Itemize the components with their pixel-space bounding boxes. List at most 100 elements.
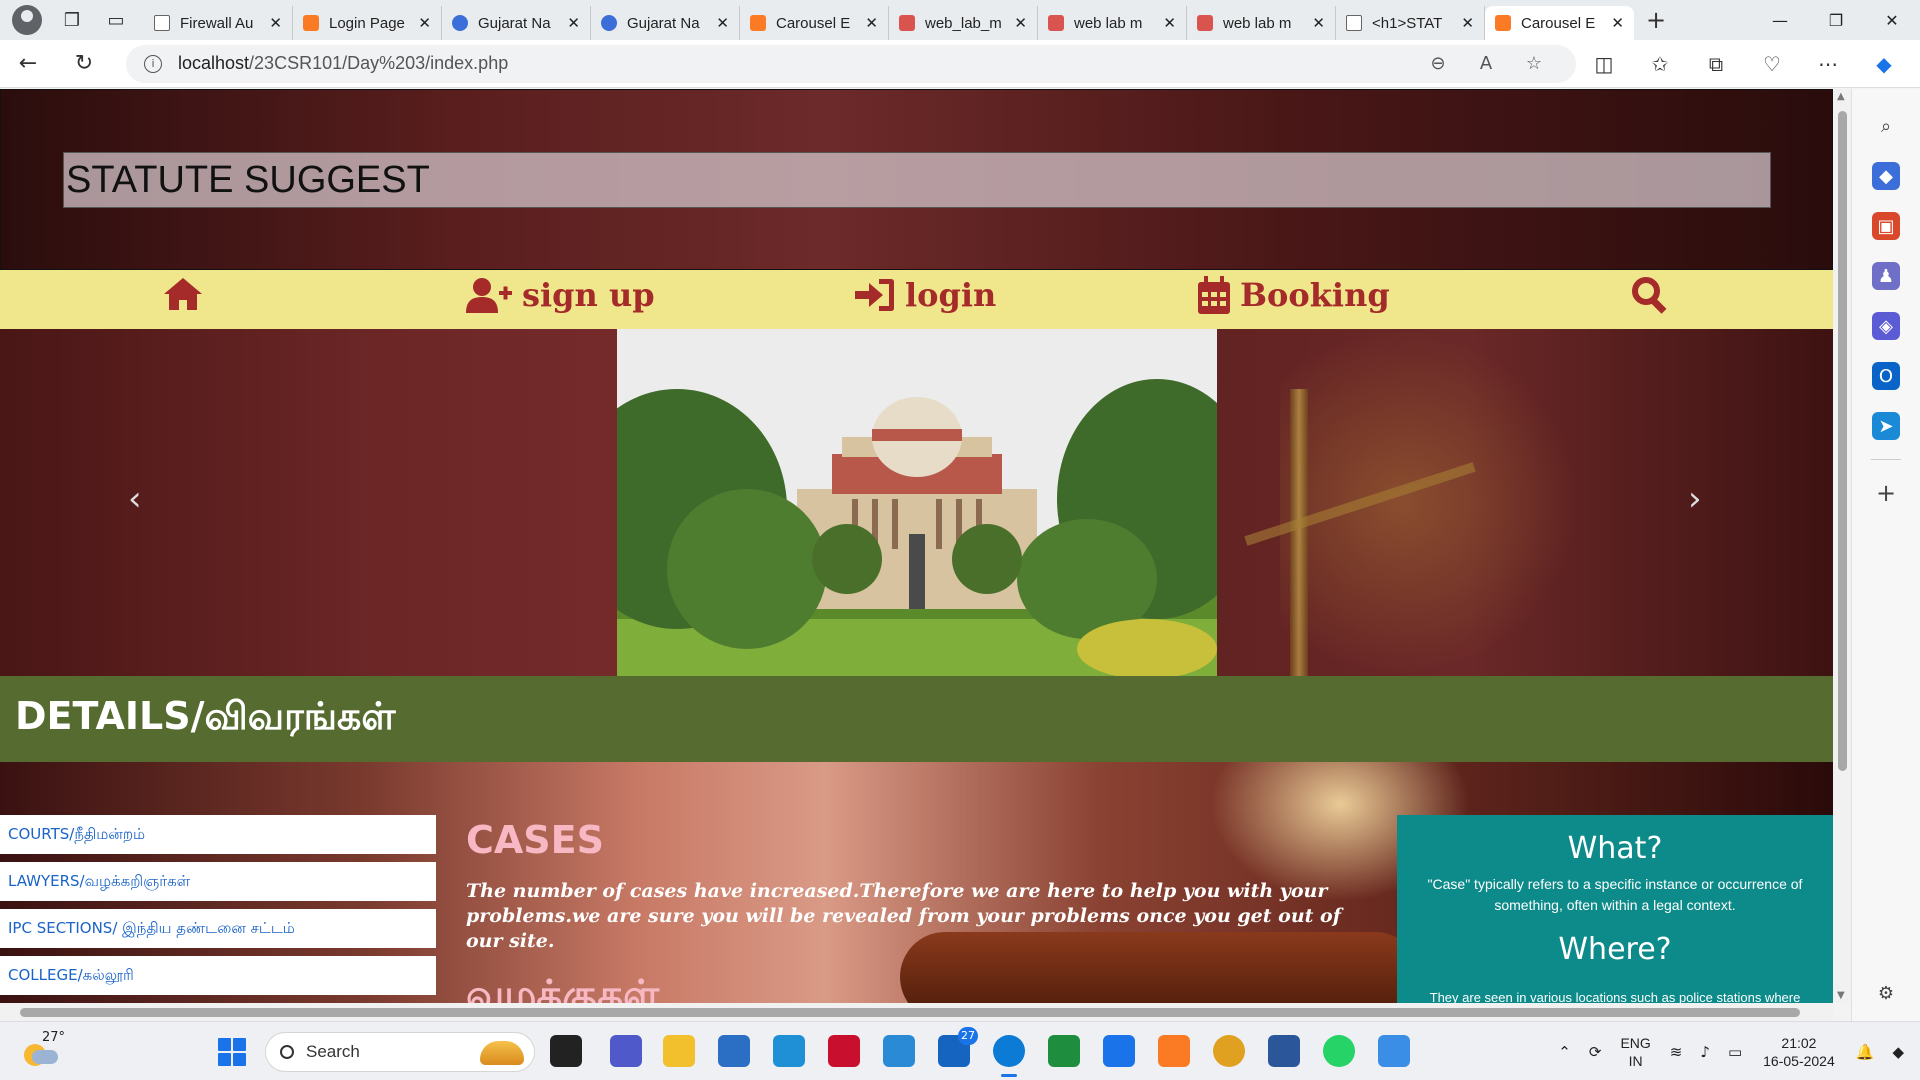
- favorite-star-icon[interactable]: ☆: [1510, 53, 1558, 74]
- word-icon[interactable]: [1268, 1035, 1300, 1067]
- close-tab-icon[interactable]: ✕: [269, 14, 282, 32]
- more-menu-icon[interactable]: ⋯: [1800, 52, 1856, 76]
- restore-icon[interactable]: ❐: [1808, 0, 1864, 40]
- collections-icon[interactable]: ⧉: [1688, 52, 1744, 76]
- myhp-icon[interactable]: [773, 1035, 805, 1067]
- close-tab-icon[interactable]: ✕: [1611, 14, 1624, 32]
- close-tab-icon[interactable]: ✕: [716, 14, 729, 32]
- notification-bell-icon[interactable]: 🔔: [1856, 1043, 1875, 1061]
- cases-section: COURTS/நீதிமன்றம் LAWYERS/வழக்கறிஞர்கள் …: [0, 762, 1833, 1003]
- url-text[interactable]: localhost/23CSR101/Day%203/index.php: [178, 53, 1414, 74]
- side-link-courts[interactable]: COURTS/நீதிமன்றம்: [0, 815, 436, 854]
- nav-search[interactable]: [1631, 276, 1669, 314]
- classroom-icon[interactable]: [1048, 1035, 1080, 1067]
- tips-icon[interactable]: [883, 1035, 915, 1067]
- add-sidebar-app-icon[interactable]: +: [1872, 479, 1900, 507]
- shopping-tag-icon[interactable]: ◆: [1872, 162, 1900, 190]
- close-tab-icon[interactable]: ✕: [1163, 14, 1176, 32]
- copilot-taskbar-icon[interactable]: ◆: [1892, 1043, 1904, 1061]
- close-window-icon[interactable]: ✕: [1864, 0, 1920, 40]
- browser-tab[interactable]: Carousel E ✕: [740, 6, 889, 40]
- sync-icon[interactable]: ⟳: [1589, 1043, 1602, 1061]
- side-link-ipc-sections[interactable]: IPC SECTIONS/ இந்திய தண்டனை சட்டம்: [0, 909, 436, 948]
- whatsapp-icon[interactable]: [1323, 1035, 1355, 1067]
- side-link-lawyers[interactable]: LAWYERS/வழக்கறிஞர்கள்: [0, 862, 436, 901]
- microsoft-store-icon[interactable]: [718, 1035, 750, 1067]
- wifi-icon[interactable]: ≋: [1670, 1043, 1683, 1061]
- nav-home[interactable]: [162, 276, 204, 312]
- carousel-prev-icon[interactable]: ‹: [128, 479, 142, 519]
- clock[interactable]: 21:02 16-05-2024: [1763, 1034, 1835, 1070]
- copilot-icon[interactable]: ◆: [1856, 52, 1912, 76]
- browser-essentials-icon[interactable]: ♡: [1744, 52, 1800, 76]
- profile-avatar-icon[interactable]: [12, 5, 42, 35]
- zoom-icon[interactable]: ⊖: [1414, 53, 1462, 74]
- back-icon[interactable]: ←: [0, 40, 56, 88]
- read-aloud-icon[interactable]: A: [1462, 53, 1510, 74]
- chrome-icon[interactable]: [1213, 1035, 1245, 1067]
- edge-icon[interactable]: [993, 1035, 1025, 1077]
- browser-tab[interactable]: web lab m ✕: [1038, 6, 1187, 40]
- mail-icon[interactable]: 27: [938, 1027, 978, 1067]
- browser-tab-active[interactable]: Carousel E ✕: [1485, 6, 1634, 40]
- task-view-icon[interactable]: [550, 1035, 582, 1067]
- taskbar-search[interactable]: Search: [265, 1032, 535, 1072]
- sidebar-settings-icon[interactable]: ⚙: [1872, 979, 1900, 1007]
- close-tab-icon[interactable]: ✕: [1312, 14, 1325, 32]
- photos-icon[interactable]: [1378, 1035, 1410, 1067]
- start-button-icon[interactable]: [218, 1038, 246, 1066]
- scrollbar-thumb[interactable]: [20, 1008, 1800, 1017]
- close-tab-icon[interactable]: ✕: [567, 14, 580, 32]
- nav-booking[interactable]: Booking: [1198, 276, 1390, 314]
- close-tab-icon[interactable]: ✕: [418, 14, 431, 32]
- scroll-up-icon[interactable]: ▲: [1837, 91, 1845, 102]
- teams-icon[interactable]: [610, 1035, 642, 1067]
- scroll-down-icon[interactable]: ▼: [1837, 990, 1845, 1001]
- mcafee-icon[interactable]: [828, 1035, 860, 1067]
- browser-tab[interactable]: Login Page ✕: [293, 6, 442, 40]
- nav-signup[interactable]: sign up: [466, 276, 655, 314]
- volume-muted-icon[interactable]: ♪: [1700, 1043, 1710, 1061]
- split-screen-icon[interactable]: ◫: [1576, 52, 1632, 76]
- workspaces-icon[interactable]: ❒: [50, 0, 94, 40]
- send-drop-icon[interactable]: ➤: [1872, 412, 1900, 440]
- browser-tab[interactable]: Firewall Au ✕: [144, 6, 293, 40]
- browser-tab[interactable]: Gujarat Na ✕: [442, 6, 591, 40]
- new-tab-icon[interactable]: +: [1634, 0, 1678, 40]
- weather-cloud-icon: [32, 1050, 58, 1064]
- nav-login[interactable]: login: [855, 276, 996, 314]
- close-tab-icon[interactable]: ✕: [1461, 14, 1474, 32]
- address-bar[interactable]: i localhost/23CSR101/Day%203/index.php ⊖…: [126, 44, 1576, 83]
- vertical-scrollbar[interactable]: ▲ ▼: [1833, 89, 1851, 1003]
- browser-tab[interactable]: Gujarat Na ✕: [591, 6, 740, 40]
- file-explorer-icon[interactable]: [663, 1035, 695, 1067]
- browser-tab[interactable]: <h1>STAT ✕: [1336, 6, 1485, 40]
- refresh-icon[interactable]: ↻: [56, 40, 112, 88]
- site-info-icon[interactable]: i: [144, 54, 162, 73]
- search-icon[interactable]: ⌕: [1872, 112, 1900, 140]
- scrollbar-thumb[interactable]: [1838, 111, 1847, 771]
- games-icon[interactable]: ♟: [1872, 262, 1900, 290]
- tools-briefcase-icon[interactable]: ▣: [1872, 212, 1900, 240]
- horizontal-scrollbar[interactable]: [0, 1003, 1833, 1021]
- chevron-up-icon[interactable]: ⌃: [1558, 1043, 1571, 1061]
- sign-in-icon: [855, 279, 894, 311]
- favorites-icon[interactable]: ✩: [1632, 52, 1688, 76]
- tab-actions-icon[interactable]: ▭: [94, 0, 138, 40]
- battery-icon[interactable]: ▭: [1728, 1043, 1742, 1061]
- browser-tab[interactable]: web lab m ✕: [1187, 6, 1336, 40]
- close-tab-icon[interactable]: ✕: [865, 14, 878, 32]
- microsoft-365-icon[interactable]: ◈: [1872, 312, 1900, 340]
- cases-tamil-heading: வழக்குகள்: [466, 972, 660, 1003]
- cases-heading: CASES: [466, 818, 604, 862]
- side-link-college[interactable]: COLLEGE/கல்லூரி: [0, 956, 436, 995]
- outlook-icon[interactable]: O: [1872, 362, 1900, 390]
- close-tab-icon[interactable]: ✕: [1014, 14, 1027, 32]
- browser-tab[interactable]: web_lab_m ✕: [889, 6, 1038, 40]
- carousel-next-icon[interactable]: ›: [1688, 479, 1702, 519]
- xampp-icon[interactable]: [1158, 1035, 1190, 1067]
- language-indicator[interactable]: ENG IN: [1620, 1034, 1650, 1070]
- minimize-icon[interactable]: —: [1752, 0, 1808, 40]
- vscode-icon[interactable]: [1103, 1035, 1135, 1067]
- weather-widget[interactable]: 27°: [20, 1030, 80, 1074]
